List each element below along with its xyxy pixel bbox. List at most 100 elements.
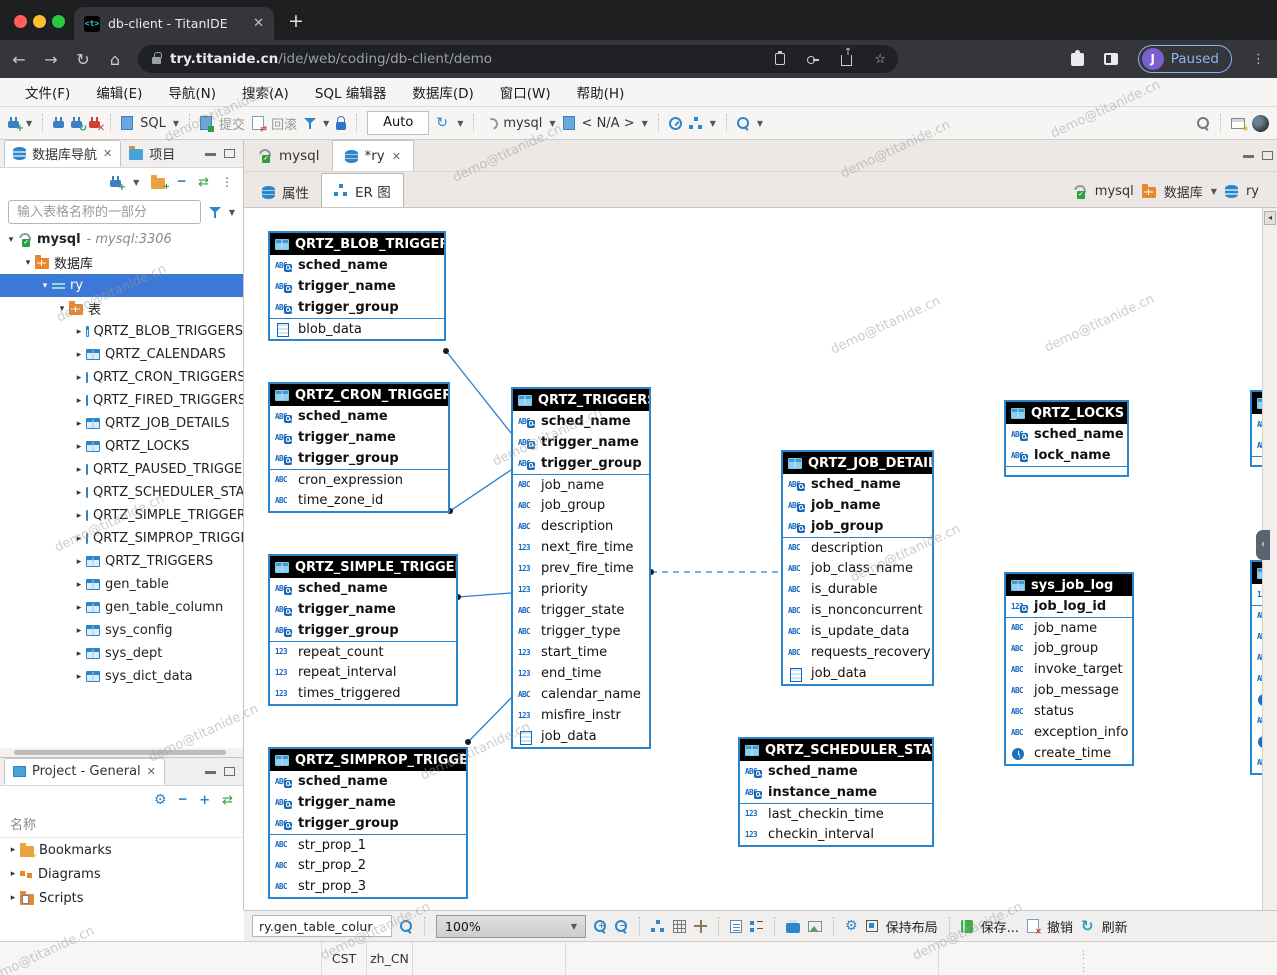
er-column-job_data[interactable]: job_data [783,663,932,684]
er-column-hidden[interactable] [1252,731,1262,752]
er-column-is_nonconcurrent[interactable]: ABCis_nonconcurrent [783,600,932,621]
dashboard-icon[interactable] [669,117,682,130]
er-column-trigger_state[interactable]: ABCtrigger_state [513,600,649,621]
er-table-header[interactable]: sys_job_log [1006,574,1132,596]
nav-new-connection-icon[interactable]: + [110,176,121,189]
collapse-all-icon[interactable]: − [177,177,186,187]
menu-item[interactable]: 帮助(H) [564,82,638,102]
table-filter-input[interactable] [8,200,201,224]
expand-arrow-icon[interactable]: ▸ [6,869,20,879]
toggle-grid-icon[interactable] [673,920,686,933]
disconnect-icon[interactable]: ✕ [89,117,100,130]
status-drag-handle[interactable]: ⋮⋮ [1078,948,1090,974]
er-column-job_group[interactable]: ABCjob_group [1006,638,1132,659]
er-table-header[interactable]: QRTZ_JOB_DETAILS [783,452,932,474]
commit-icon[interactable] [200,116,212,130]
er-column-trigger_group[interactable]: ABCtrigger_group [270,620,456,641]
sql-editor-dropdown[interactable]: ▼ [173,119,179,128]
expand-arrow-icon[interactable]: ▸ [72,350,86,360]
expand-arrow-icon[interactable]: ▸ [72,488,86,498]
connect-icon[interactable] [53,117,64,130]
tab-ry-schema[interactable]: *ry ✕ [332,140,415,171]
subtab-properties[interactable]: 属性 [250,177,321,207]
project-item-Scripts[interactable]: ▸Scripts [0,886,243,910]
er-column-trigger_name[interactable]: ABCtrigger_name [270,792,466,813]
menu-item[interactable]: 编辑(E) [83,82,155,102]
tree-item-表[interactable]: ▾表 [0,297,243,320]
expand-arrow-icon[interactable]: ▸ [72,511,86,521]
expand-arrow-icon[interactable]: ▸ [6,893,20,903]
er-column-start_time[interactable]: 123start_time [513,642,649,663]
er-column-create_time[interactable]: create_time [1006,743,1132,764]
restore-panel-handle[interactable]: ‹ [1256,530,1270,560]
er-column-trigger_name[interactable]: ABCtrigger_name [270,276,444,297]
new-folder-icon[interactable] [151,178,165,189]
transaction-filter-dropdown[interactable]: ▼ [323,119,329,128]
er-column-sched_name[interactable]: ABCsched_name [270,406,448,427]
er-table-QRTZ_CRON_TRIGGERS[interactable]: QRTZ_CRON_TRIGGERSABCsched_nameABCtrigge… [268,382,450,513]
tree-item-sys_config[interactable]: ▸sys_config [0,619,243,642]
expand-arrow-icon[interactable]: ▾ [55,304,69,314]
transaction-log-dropdown[interactable]: ▼ [457,119,463,128]
er-column-trigger_name[interactable]: ABCtrigger_name [513,432,649,453]
er-column-job_message[interactable]: ABCjob_message [1006,680,1132,701]
er-column-description[interactable]: ABCdescription [513,516,649,537]
diagram-search-input[interactable] [252,915,392,937]
home-button[interactable]: ⌂ [102,50,128,69]
tree-horizontal-scrollbar[interactable] [0,748,243,757]
breadcrumb-schema[interactable]: ry [1246,184,1259,199]
expand-arrow-icon[interactable]: ▸ [72,672,86,682]
er-column-sched_name[interactable]: ABCsched_name [270,578,456,599]
maximize-project-panel-icon[interactable] [224,767,235,776]
transaction-log-icon[interactable]: ↻ [436,116,450,130]
tab-mysql-connection[interactable]: mysql [246,140,332,171]
commit-label[interactable]: 提交 [219,114,245,133]
er-column-description[interactable]: ABCdescription [783,537,932,558]
expand-arrow-icon[interactable]: ▾ [4,235,18,245]
show-entities-icon[interactable] [750,920,763,933]
er-table-header[interactable]: QRTZ_CRON_TRIGGERS [270,384,448,406]
expand-arrow-icon[interactable]: ▸ [72,626,86,636]
er-column-calendar_name[interactable]: ABCcalendar_name [513,684,649,705]
nav-new-connection-dropdown[interactable]: ▼ [133,178,139,187]
reload-button[interactable]: ↻ [70,50,96,69]
expand-arrow-icon[interactable]: ▸ [72,373,86,383]
project-settings-icon[interactable]: ⚙ [154,792,167,808]
new-connection-icon[interactable]: + [8,117,19,130]
er-column-lock_name[interactable]: ABClock_name [1006,445,1127,466]
er-column-sched_name[interactable]: ABCsched_name [1006,424,1127,445]
breadcrumb-database[interactable]: 数据库 [1164,182,1203,201]
er-column-hidden[interactable]: 123 [1252,584,1262,605]
er-column-str_prop_3[interactable]: ABCstr_prop_3 [270,876,466,897]
project-expand-icon[interactable]: + [199,793,210,808]
print-icon[interactable] [786,923,800,933]
tree-item-QRTZ_PAUSED_TRIGGERS[interactable]: ▸QRTZ_PAUSED_TRIGGERS [0,458,243,481]
er-table-header[interactable]: QRTZ_SCHEDULER_STATE [740,739,932,761]
rollback-label[interactable]: 回滚 [271,114,297,133]
bookmark-star-icon[interactable]: ☆ [874,52,886,67]
save-label[interactable]: 保存... [981,917,1019,936]
save-diagram-icon[interactable] [961,920,973,933]
refresh-label[interactable]: 刷新 [1102,917,1128,936]
er-column-job_name[interactable]: ABCjob_name [513,474,649,495]
er-column-hidden[interactable] [1252,689,1262,710]
transaction-lock-icon[interactable] [336,122,346,130]
er-column-is_update_data[interactable]: ABCis_update_data [783,621,932,642]
er-column-hidden[interactable]: ABC [1252,710,1262,731]
tree-item-QRTZ_TRIGGERS[interactable]: ▸QRTZ_TRIGGERS [0,550,243,573]
menu-item[interactable]: 导航(N) [155,82,229,102]
expand-arrow-icon[interactable]: ▸ [72,419,86,429]
breadcrumb-connection[interactable]: mysql [1095,184,1134,199]
er-table-QRTZ_TRIGGERS[interactable]: QRTZ_TRIGGERSABCsched_nameABCtrigger_nam… [511,387,651,749]
add-note-icon[interactable] [730,920,742,933]
er-column-str_prop_2[interactable]: ABCstr_prop_2 [270,855,466,876]
er-column-hidden[interactable]: ABC [1252,435,1262,456]
er-column-blob_data[interactable]: blob_data [270,318,444,339]
tree-item-gen_table_column[interactable]: ▸gen_table_column [0,596,243,619]
er-column-hidden[interactable]: ABC [1252,605,1262,626]
er-column-hidden[interactable]: ABC [1252,752,1262,773]
er-column-time_zone_id[interactable]: ABCtime_zone_id [270,490,448,511]
filter-funnel-icon[interactable] [209,206,221,219]
tree-item-QRTZ_FIRED_TRIGGERS[interactable]: ▸QRTZ_FIRED_TRIGGERS [0,389,243,412]
tab-database-navigator[interactable]: 数据库导航 ✕ [4,140,121,167]
